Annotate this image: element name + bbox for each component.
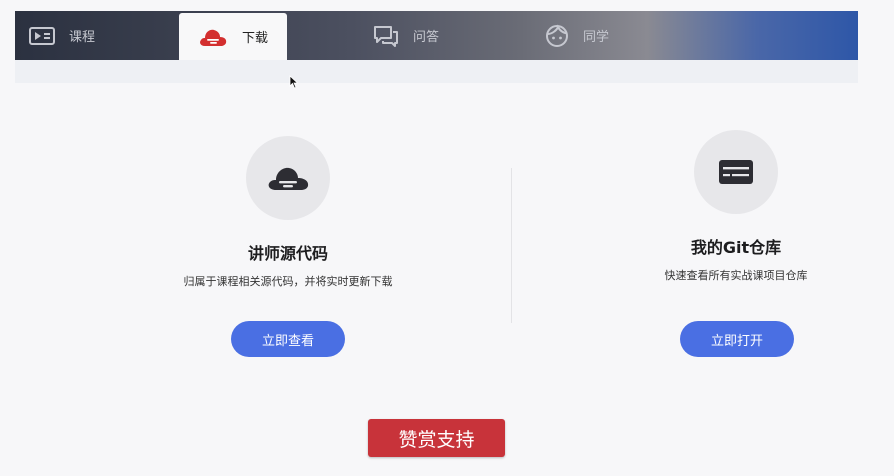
git-repo-title: 我的Git仓库 (690, 238, 782, 257)
repository-icon (719, 160, 753, 184)
mouse-cursor-icon (289, 74, 299, 93)
git-repo-card: 我的Git仓库 快速查看所有实战课项目仓库 (596, 130, 876, 283)
git-repo-desc: 快速查看所有实战课项目仓库 (664, 269, 808, 282)
card-divider (511, 168, 512, 323)
source-code-card: 讲师源代码 归属于课程相关源代码，并将实时更新下载 (148, 136, 428, 289)
tab-subbar (15, 60, 858, 83)
tab-course-label: 课程 (69, 30, 96, 45)
reward-support-button[interactable]: 赞赏支持 (368, 419, 505, 457)
tab-qa[interactable]: 问答 (373, 11, 439, 60)
face-icon (545, 23, 569, 48)
source-code-desc: 归属于课程相关源代码，并将实时更新下载 (183, 275, 393, 288)
git-repo-icon-circle (694, 130, 778, 214)
cloud-code-icon (268, 167, 309, 190)
source-code-icon-circle (246, 136, 330, 220)
course-icon (29, 26, 55, 45)
source-code-title: 讲师源代码 (247, 244, 328, 263)
open-git-button[interactable]: 立即打开 (680, 321, 794, 357)
view-source-button[interactable]: 立即查看 (231, 321, 345, 357)
cloud-download-icon (198, 27, 228, 47)
tab-classmates-label: 同学 (583, 30, 610, 45)
chat-icon (373, 25, 399, 47)
tab-qa-label: 问答 (413, 30, 440, 45)
tab-course[interactable]: 课程 (29, 11, 95, 60)
tab-bar: 课程 下载 问答 同学 (15, 11, 858, 60)
tab-classmates[interactable]: 同学 (545, 11, 609, 60)
tab-download-label: 下载 (241, 31, 268, 46)
tab-download[interactable]: 下载 (179, 13, 287, 60)
